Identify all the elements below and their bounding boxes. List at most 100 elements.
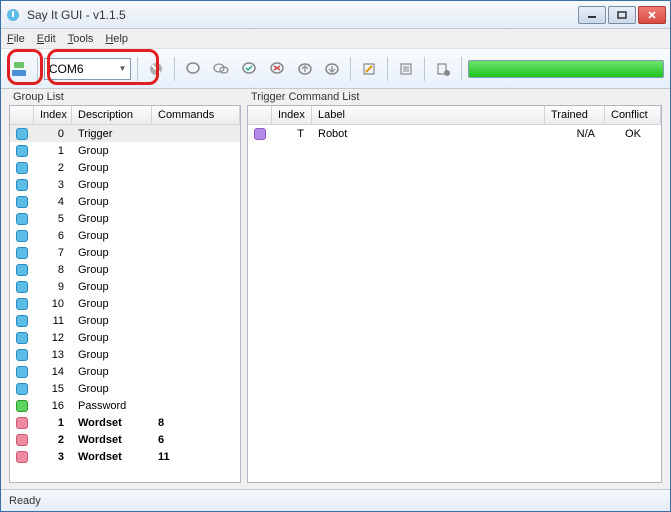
group-row[interactable]: 13Group <box>10 346 240 363</box>
maximize-button[interactable] <box>608 6 636 24</box>
group-index: 1 <box>34 417 72 429</box>
col-description[interactable]: Description <box>72 106 152 124</box>
group-row[interactable]: 4Group <box>10 193 240 210</box>
group-commands: 6 <box>152 434 240 446</box>
chevron-down-icon: ▼ <box>118 64 126 73</box>
trigger-row[interactable]: TRobotN/AOK <box>248 125 661 142</box>
speech-bubble-icon <box>10 349 34 361</box>
group-row[interactable]: 1Wordset8 <box>10 414 240 431</box>
group-description: Wordset <box>72 417 152 429</box>
group-index: 2 <box>34 434 72 446</box>
speech-bubble-icon <box>10 247 34 259</box>
group-row[interactable]: 10Group <box>10 295 240 312</box>
group-row[interactable]: 3Group <box>10 176 240 193</box>
group-description: Group <box>72 247 152 259</box>
toolbar-separator <box>387 57 388 81</box>
port-value: COM6 <box>49 62 84 76</box>
group-description: Trigger <box>72 128 152 140</box>
app-icon <box>5 7 21 23</box>
group-index: 13 <box>34 349 72 361</box>
group-description: Group <box>72 145 152 157</box>
group-description: Group <box>72 298 152 310</box>
connect-button[interactable] <box>7 57 31 81</box>
menubar: File Edit Tools Help <box>1 29 670 49</box>
main-panels: Group List Index Description Commands 0T… <box>1 89 670 489</box>
speech-bubble-icon <box>10 417 34 429</box>
col-index[interactable]: Index <box>34 106 72 124</box>
speech-bubble-icon <box>10 451 34 463</box>
speech-bubble-icon <box>10 400 34 412</box>
group-description: Wordset <box>72 451 152 463</box>
upload-icon[interactable] <box>293 57 317 81</box>
speech-bubble-icon <box>10 315 34 327</box>
group-row[interactable]: 2Group <box>10 159 240 176</box>
speech-bubble-icon <box>10 145 34 157</box>
train-icon[interactable] <box>237 57 261 81</box>
download-icon[interactable] <box>321 57 345 81</box>
group-row[interactable]: 9Group <box>10 278 240 295</box>
group-index: 14 <box>34 366 72 378</box>
menu-tools[interactable]: Tools <box>68 33 94 45</box>
group-row[interactable]: 0Trigger <box>10 125 240 142</box>
group-description: Group <box>72 315 152 327</box>
toolbar: COM6 ▼ <box>1 49 670 89</box>
group-row[interactable]: 2Wordset6 <box>10 431 240 448</box>
trigger-list-header: Index Label Trained Conflict <box>248 106 661 125</box>
group-row[interactable]: 14Group <box>10 363 240 380</box>
trigger-conflict: OK <box>605 128 661 140</box>
trigger-panel: Trigger Command List Index Label Trained… <box>247 89 662 483</box>
group-index: 8 <box>34 264 72 276</box>
speech-bubble-icon <box>10 264 34 276</box>
group-commands: 11 <box>152 451 240 463</box>
group-list[interactable]: Index Description Commands 0Trigger1Grou… <box>9 105 241 483</box>
close-button[interactable] <box>638 6 666 24</box>
speech-bubble-icon <box>10 281 34 293</box>
progress-fill <box>469 61 663 77</box>
group-index: 6 <box>34 230 72 242</box>
titlebar: Say It GUI - v1.1.5 <box>1 1 670 29</box>
group-row[interactable]: 1Group <box>10 142 240 159</box>
group-row[interactable]: 8Group <box>10 261 240 278</box>
trigger-panel-title: Trigger Command List <box>251 91 662 103</box>
trigger-list[interactable]: Index Label Trained Conflict TRobotN/AOK <box>247 105 662 483</box>
group-row[interactable]: 5Group <box>10 210 240 227</box>
group-row[interactable]: 7Group <box>10 244 240 261</box>
group-row[interactable]: 12Group <box>10 329 240 346</box>
speech-bubble-icon <box>10 383 34 395</box>
disconnect-button[interactable] <box>144 57 168 81</box>
menu-edit[interactable]: Edit <box>37 33 56 45</box>
speak-all-icon[interactable] <box>209 57 233 81</box>
group-list-header: Index Description Commands <box>10 106 240 125</box>
list-icon[interactable] <box>394 57 418 81</box>
edit-icon[interactable] <box>357 57 381 81</box>
col-index[interactable]: Index <box>272 106 312 124</box>
group-description: Group <box>72 264 152 276</box>
minimize-button[interactable] <box>578 6 606 24</box>
remove-icon[interactable] <box>265 57 289 81</box>
menu-help[interactable]: Help <box>105 33 128 45</box>
col-trained[interactable]: Trained <box>545 106 605 124</box>
group-row[interactable]: 15Group <box>10 380 240 397</box>
group-index: 2 <box>34 162 72 174</box>
group-description: Group <box>72 383 152 395</box>
group-row[interactable]: 3Wordset11 <box>10 448 240 465</box>
group-row[interactable]: 6Group <box>10 227 240 244</box>
speak-icon[interactable] <box>181 57 205 81</box>
col-conflict[interactable]: Conflict <box>605 106 661 124</box>
menu-file[interactable]: File <box>7 33 25 45</box>
group-index: 4 <box>34 196 72 208</box>
group-description: Wordset <box>72 434 152 446</box>
group-index: 7 <box>34 247 72 259</box>
group-row[interactable]: 11Group <box>10 312 240 329</box>
group-description: Group <box>72 196 152 208</box>
group-description: Password <box>72 400 152 412</box>
settings-icon[interactable] <box>431 57 455 81</box>
trigger-index: T <box>272 128 312 140</box>
col-commands[interactable]: Commands <box>152 106 240 124</box>
group-description: Group <box>72 162 152 174</box>
toolbar-separator <box>350 57 351 81</box>
port-combobox[interactable]: COM6 ▼ <box>44 58 132 80</box>
col-label[interactable]: Label <box>312 106 545 124</box>
group-row[interactable]: 16Password <box>10 397 240 414</box>
speech-bubble-icon <box>10 298 34 310</box>
